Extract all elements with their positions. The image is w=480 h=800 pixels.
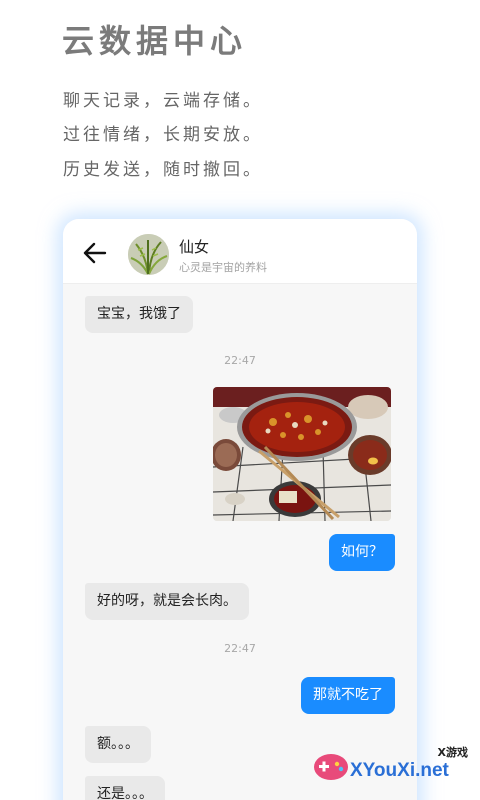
- chat-window: 仙女 心灵是宇宙的养料 宝宝，我饿了 22:47 如何？ 好的呀，就是会长肉。 …: [63, 219, 417, 800]
- promo-line-1: 聊天记录，云端存储。: [63, 91, 263, 111]
- message-incoming[interactable]: 还是。。。: [85, 776, 165, 800]
- promo-headline: 云数据中心: [62, 22, 248, 60]
- gamepad-logo-icon: [314, 754, 348, 780]
- app-promo-screen: 云数据中心 聊天记录，云端存储。 过往情绪，长期安放。 历史发送，随时撤回。 仙…: [0, 0, 480, 800]
- chat-header: 仙女 心灵是宇宙的养料: [63, 219, 417, 284]
- arrow-left-icon[interactable]: [81, 239, 109, 267]
- message-outgoing[interactable]: 如何？: [329, 534, 395, 571]
- avatar[interactable]: [128, 234, 169, 275]
- site-watermark: X游戏 XYouXi.net: [310, 742, 480, 800]
- message-timestamp: 22:47: [224, 354, 256, 367]
- contact-name: 仙女: [179, 238, 210, 256]
- message-incoming[interactable]: 额。。。: [85, 726, 151, 763]
- message-outgoing[interactable]: 那就不吃了: [301, 677, 395, 714]
- contact-signature: 心灵是宇宙的养料: [179, 261, 267, 274]
- watermark-site-name: XYouXi.net: [350, 760, 449, 781]
- message-timestamp: 22:47: [224, 642, 256, 655]
- watermark-small-text: X游戏: [437, 746, 468, 759]
- message-image-hotpot[interactable]: [213, 387, 391, 521]
- message-incoming[interactable]: 宝宝，我饿了: [85, 296, 193, 333]
- promo-line-2: 过往情绪，长期安放。: [63, 125, 263, 145]
- promo-line-3: 历史发送，随时撤回。: [63, 160, 263, 180]
- message-incoming[interactable]: 好的呀，就是会长肉。: [85, 583, 249, 620]
